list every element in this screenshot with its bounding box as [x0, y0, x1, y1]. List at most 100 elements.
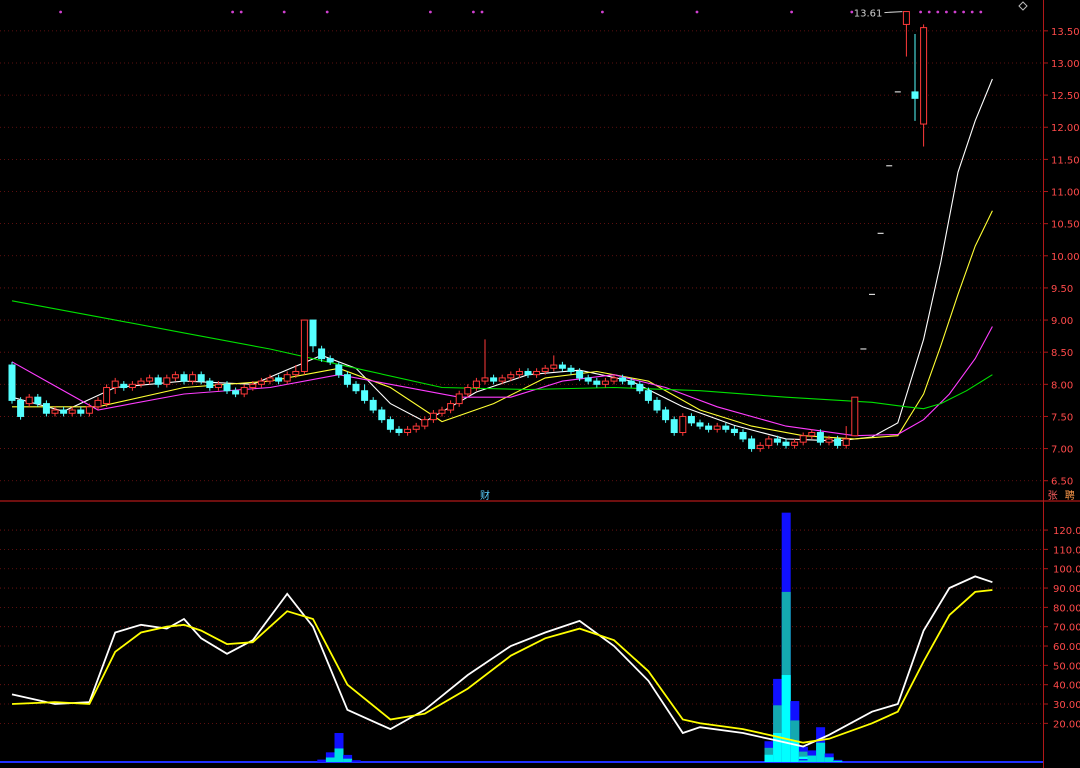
candle[interactable] — [851, 396, 859, 437]
top-marker-dot — [239, 10, 243, 14]
candle[interactable] — [128, 381, 136, 391]
candle[interactable] — [343, 371, 351, 388]
candle[interactable] — [163, 374, 171, 388]
candle[interactable] — [558, 361, 566, 372]
candle[interactable] — [369, 397, 377, 414]
candle[interactable] — [808, 429, 816, 439]
candle[interactable] — [601, 377, 609, 388]
candle[interactable] — [739, 429, 747, 443]
candle[interactable] — [670, 416, 678, 436]
candle[interactable] — [593, 377, 601, 388]
candle[interactable] — [378, 406, 386, 423]
candle[interactable] — [154, 374, 162, 388]
candle[interactable] — [533, 368, 541, 378]
candle[interactable] — [120, 381, 128, 391]
candle[interactable] — [412, 422, 420, 433]
candle[interactable] — [584, 374, 592, 385]
event-marker[interactable]: 张 — [1048, 490, 1058, 502]
candle[interactable] — [662, 406, 670, 423]
candle[interactable] — [782, 438, 790, 449]
top-marker-dot — [945, 10, 948, 14]
indicator-bars — [317, 512, 843, 762]
candle[interactable] — [352, 381, 360, 394]
candle[interactable] — [756, 442, 764, 452]
candle[interactable] — [111, 377, 119, 394]
candle[interactable] — [326, 355, 334, 366]
candle[interactable] — [171, 371, 179, 382]
candle[interactable] — [911, 34, 919, 121]
candle[interactable] — [146, 374, 154, 385]
event-marker[interactable]: 财 — [480, 489, 490, 502]
candle[interactable] — [679, 413, 687, 436]
candle[interactable] — [25, 393, 33, 407]
indicator-bar — [833, 760, 843, 762]
candle[interactable] — [283, 371, 291, 385]
candle[interactable] — [42, 400, 50, 417]
indicator-bar — [807, 755, 817, 762]
candle[interactable] — [765, 435, 773, 449]
candle[interactable] — [404, 426, 412, 436]
candle[interactable] — [748, 435, 756, 452]
indicator-bar — [325, 757, 335, 762]
event-marker[interactable]: 聘 — [1065, 489, 1075, 502]
candle[interactable] — [490, 374, 498, 385]
candle[interactable] — [94, 397, 102, 411]
candle[interactable] — [644, 387, 652, 404]
candle[interactable] — [687, 413, 695, 427]
candle[interactable] — [550, 355, 558, 372]
candle[interactable] — [206, 377, 214, 391]
candle[interactable] — [799, 432, 807, 446]
stock-chart[interactable]: 13.50 13.00 12.50 12.00 11.50 11.00 10.50 10.00… — [0, 0, 1080, 768]
candle[interactable] — [103, 384, 111, 407]
candle[interactable] — [705, 422, 713, 433]
candle[interactable] — [8, 361, 16, 404]
candle[interactable] — [309, 319, 317, 353]
top-marker-dot — [480, 10, 484, 14]
candle[interactable] — [567, 365, 575, 375]
candle[interactable] — [696, 419, 704, 430]
candle[interactable] — [653, 397, 661, 414]
candle[interactable] — [395, 426, 403, 436]
top-marker-dot — [962, 10, 965, 14]
candle[interactable] — [722, 422, 730, 433]
candle[interactable] — [300, 319, 308, 375]
top-marker-dot — [936, 10, 940, 14]
candle[interactable] — [386, 416, 394, 433]
candle[interactable] — [429, 410, 437, 423]
price-tick-label: 8.50 — [1051, 348, 1073, 359]
candle[interactable] — [438, 406, 446, 417]
candle[interactable] — [636, 381, 644, 394]
candle[interactable] — [318, 345, 326, 362]
event-markers[interactable]: 财 张聘 — [480, 489, 1075, 502]
candle[interactable] — [791, 438, 799, 449]
top-marker-dot — [927, 10, 931, 14]
candle[interactable] — [421, 416, 429, 430]
candle[interactable] — [447, 400, 455, 414]
candle[interactable] — [189, 371, 197, 385]
candle[interactable] — [180, 371, 188, 385]
candle[interactable] — [920, 24, 928, 147]
candle[interactable] — [361, 384, 369, 404]
indicator-bar — [351, 760, 361, 762]
candle[interactable] — [481, 339, 489, 385]
indicator-axis: 120.0 110.0 100.0 90.00 80.00 70.00 60.00 50.00… — [1043, 526, 1080, 730]
candle[interactable] — [240, 384, 248, 398]
candle[interactable] — [524, 368, 532, 378]
candle[interactable] — [17, 397, 25, 420]
candlesticks[interactable] — [8, 11, 928, 452]
diamond-icon[interactable] — [1018, 1, 1028, 11]
candle[interactable] — [85, 403, 93, 417]
candle[interactable] — [713, 422, 721, 433]
candle[interactable] — [232, 387, 240, 398]
candle[interactable] — [610, 374, 618, 385]
candle[interactable] — [275, 374, 283, 385]
candle[interactable] — [60, 406, 68, 417]
candle[interactable] — [842, 426, 850, 449]
candle[interactable] — [455, 390, 463, 407]
candle[interactable] — [77, 406, 85, 417]
candle[interactable] — [730, 426, 738, 436]
candle[interactable] — [137, 377, 145, 388]
price-tick-label: 13.00 — [1051, 59, 1080, 70]
top-marker-dot — [953, 10, 957, 14]
candle[interactable] — [902, 11, 910, 57]
